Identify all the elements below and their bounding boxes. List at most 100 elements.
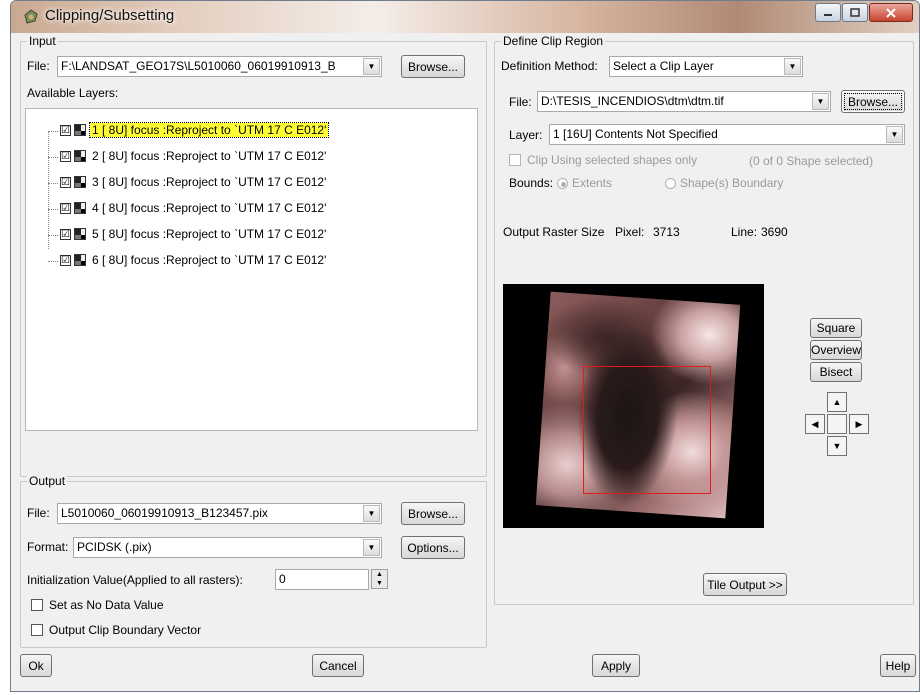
tree-row-layer-6[interactable]: ☑ 6 [ 8U] focus :Reproject to `UTM 17 C … bbox=[26, 251, 466, 271]
input-group: Input File: F:\LANDSAT_GEO17S\L5010060_0… bbox=[20, 34, 487, 477]
output-file-combo[interactable]: L5010060_06019910913_B123457.pix ▼ bbox=[57, 503, 382, 524]
layer-checkbox[interactable]: ☑ bbox=[60, 229, 71, 240]
options-button[interactable]: Options... bbox=[401, 536, 465, 559]
close-button[interactable] bbox=[869, 3, 913, 22]
tree-row-layer-2[interactable]: ☑ 2 [ 8U] focus :Reproject to `UTM 17 C … bbox=[26, 147, 466, 167]
input-file-combo[interactable]: F:\LANDSAT_GEO17S\L5010060_06019910913_B… bbox=[57, 56, 382, 77]
pan-left-button[interactable]: ◀ bbox=[805, 414, 825, 434]
input-browse-button[interactable]: Browse... bbox=[401, 55, 465, 78]
window-title: Clipping/Subsetting bbox=[45, 7, 175, 24]
clip-vector-label: Output Clip Boundary Vector bbox=[49, 623, 202, 637]
available-layers-label: Available Layers: bbox=[27, 86, 119, 100]
raster-layer-icon bbox=[74, 124, 86, 136]
clip-vector-checkbox-row[interactable]: Output Clip Boundary Vector bbox=[31, 623, 201, 637]
chevron-down-icon[interactable]: ▼ bbox=[784, 58, 801, 75]
layer-label[interactable]: 6 [ 8U] focus :Reproject to `UTM 17 C E0… bbox=[90, 253, 328, 267]
help-button[interactable]: Help bbox=[880, 654, 916, 677]
pixel-value: 3713 bbox=[653, 225, 680, 239]
layer-tree[interactable]: ☑ 1 [ 8U] focus :Reproject to `UTM 17 C … bbox=[25, 108, 478, 431]
layer-checkbox[interactable]: ☑ bbox=[60, 255, 71, 266]
input-file-value: F:\LANDSAT_GEO17S\L5010060_06019910913_B bbox=[61, 59, 336, 73]
radio-icon bbox=[557, 178, 568, 189]
line-label: Line: bbox=[731, 225, 758, 239]
window-controls bbox=[815, 3, 913, 22]
raster-layer-icon bbox=[74, 254, 86, 266]
tree-row-layer-3[interactable]: ☑ 3 [ 8U] focus :Reproject to `UTM 17 C … bbox=[26, 173, 466, 193]
layer-label[interactable]: 1 [ 8U] focus :Reproject to `UTM 17 C E0… bbox=[88, 122, 330, 138]
bounds-shapes-radio[interactable]: Shape(s) Boundary bbox=[665, 176, 783, 190]
pan-down-button[interactable]: ▼ bbox=[827, 436, 847, 456]
pixel-label: Pixel: bbox=[615, 225, 645, 239]
maximize-icon bbox=[850, 8, 860, 17]
cancel-button[interactable]: Cancel bbox=[312, 654, 364, 677]
pan-right-button[interactable]: ▶ bbox=[849, 414, 869, 434]
ok-button[interactable]: Ok bbox=[20, 654, 52, 677]
pan-center-button[interactable] bbox=[827, 414, 847, 434]
chevron-down-icon[interactable]: ▼ bbox=[812, 93, 829, 110]
layer-label[interactable]: 2 [ 8U] focus :Reproject to `UTM 17 C E0… bbox=[90, 149, 328, 163]
pan-up-button[interactable]: ▲ bbox=[827, 392, 847, 412]
bisect-button[interactable]: Bisect bbox=[810, 362, 862, 382]
raster-preview[interactable] bbox=[503, 284, 764, 528]
tree-row-layer-5[interactable]: ☑ 5 [ 8U] focus :Reproject to `UTM 17 C … bbox=[26, 225, 466, 245]
definition-method-label: Definition Method: bbox=[501, 59, 598, 73]
clip-browse-button[interactable]: Browse... bbox=[841, 90, 905, 113]
square-button[interactable]: Square bbox=[810, 318, 862, 338]
init-value-spinner[interactable]: ▲ ▼ bbox=[371, 569, 388, 589]
layer-label: Layer: bbox=[509, 128, 543, 142]
spin-down-icon[interactable]: ▼ bbox=[372, 579, 387, 588]
clip-rectangle[interactable] bbox=[583, 366, 711, 494]
clip-file-label: File: bbox=[509, 95, 532, 109]
minimize-button[interactable] bbox=[815, 3, 841, 22]
init-value-input[interactable]: 0 bbox=[275, 569, 369, 590]
tree-branch bbox=[48, 235, 58, 236]
layer-checkbox[interactable]: ☑ bbox=[60, 177, 71, 188]
clip-layer-value: 1 [16U] Contents Not Specified bbox=[553, 127, 718, 141]
tree-row-layer-1[interactable]: ☑ 1 [ 8U] focus :Reproject to `UTM 17 C … bbox=[26, 121, 466, 141]
tree-branch bbox=[48, 183, 58, 184]
output-legend: Output bbox=[27, 474, 68, 488]
app-icon bbox=[24, 9, 38, 24]
bounds-extents-label: Extents bbox=[572, 176, 613, 190]
overview-button[interactable]: Overview bbox=[810, 340, 862, 360]
chevron-down-icon[interactable]: ▼ bbox=[363, 505, 380, 522]
layer-label[interactable]: 3 [ 8U] focus :Reproject to `UTM 17 C E0… bbox=[90, 175, 328, 189]
layer-checkbox[interactable]: ☑ bbox=[60, 203, 71, 214]
nodata-label: Set as No Data Value bbox=[49, 598, 164, 612]
chevron-down-icon[interactable]: ▼ bbox=[363, 58, 380, 75]
title-bar[interactable]: Clipping/Subsetting bbox=[11, 1, 919, 33]
layer-checkbox[interactable]: ☑ bbox=[60, 125, 71, 136]
clip-layer-select[interactable]: 1 [16U] Contents Not Specified ▼ bbox=[549, 124, 905, 145]
output-browse-button[interactable]: Browse... bbox=[401, 502, 465, 525]
output-group: Output File: L5010060_06019910913_B12345… bbox=[20, 474, 487, 648]
minimize-icon bbox=[824, 13, 832, 16]
raster-size-label: Output Raster Size bbox=[503, 225, 605, 239]
clip-file-combo[interactable]: D:\TESIS_INCENDIOS\dtm\dtm.tif ▼ bbox=[537, 91, 831, 112]
raster-layer-icon bbox=[74, 150, 86, 162]
tree-branch bbox=[48, 157, 58, 158]
layer-label[interactable]: 4 [ 8U] focus :Reproject to `UTM 17 C E0… bbox=[90, 201, 328, 215]
bounds-shapes-label: Shape(s) Boundary bbox=[680, 176, 784, 190]
maximize-button[interactable] bbox=[842, 3, 868, 22]
output-file-label: File: bbox=[27, 506, 50, 520]
definition-method-select[interactable]: Select a Clip Layer ▼ bbox=[609, 56, 803, 77]
clip-vector-checkbox[interactable] bbox=[31, 624, 43, 636]
clip-selected-checkbox[interactable] bbox=[509, 154, 521, 166]
format-select[interactable]: PCIDSK (.pix) ▼ bbox=[73, 537, 382, 558]
clip-selected-label: Clip Using selected shapes only bbox=[527, 153, 698, 167]
chevron-down-icon[interactable]: ▼ bbox=[363, 539, 380, 556]
tile-output-button[interactable]: Tile Output >> bbox=[703, 573, 787, 596]
bounds-extents-radio[interactable]: Extents bbox=[557, 176, 612, 190]
shape-count-text: (0 of 0 Shape selected) bbox=[749, 154, 874, 168]
dialog-body: Input File: F:\LANDSAT_GEO17S\L5010060_0… bbox=[16, 33, 916, 687]
chevron-down-icon[interactable]: ▼ bbox=[886, 126, 903, 143]
layer-checkbox[interactable]: ☑ bbox=[60, 151, 71, 162]
spin-up-icon[interactable]: ▲ bbox=[372, 570, 387, 579]
arrow-right-icon: ▶ bbox=[855, 418, 863, 429]
nodata-checkbox[interactable] bbox=[31, 599, 43, 611]
layer-label[interactable]: 5 [ 8U] focus :Reproject to `UTM 17 C E0… bbox=[90, 227, 328, 241]
nodata-checkbox-row[interactable]: Set as No Data Value bbox=[31, 598, 164, 612]
tree-row-layer-4[interactable]: ☑ 4 [ 8U] focus :Reproject to `UTM 17 C … bbox=[26, 199, 466, 219]
clip-selected-checkbox-row[interactable]: Clip Using selected shapes only bbox=[509, 153, 697, 167]
apply-button[interactable]: Apply bbox=[592, 654, 640, 677]
